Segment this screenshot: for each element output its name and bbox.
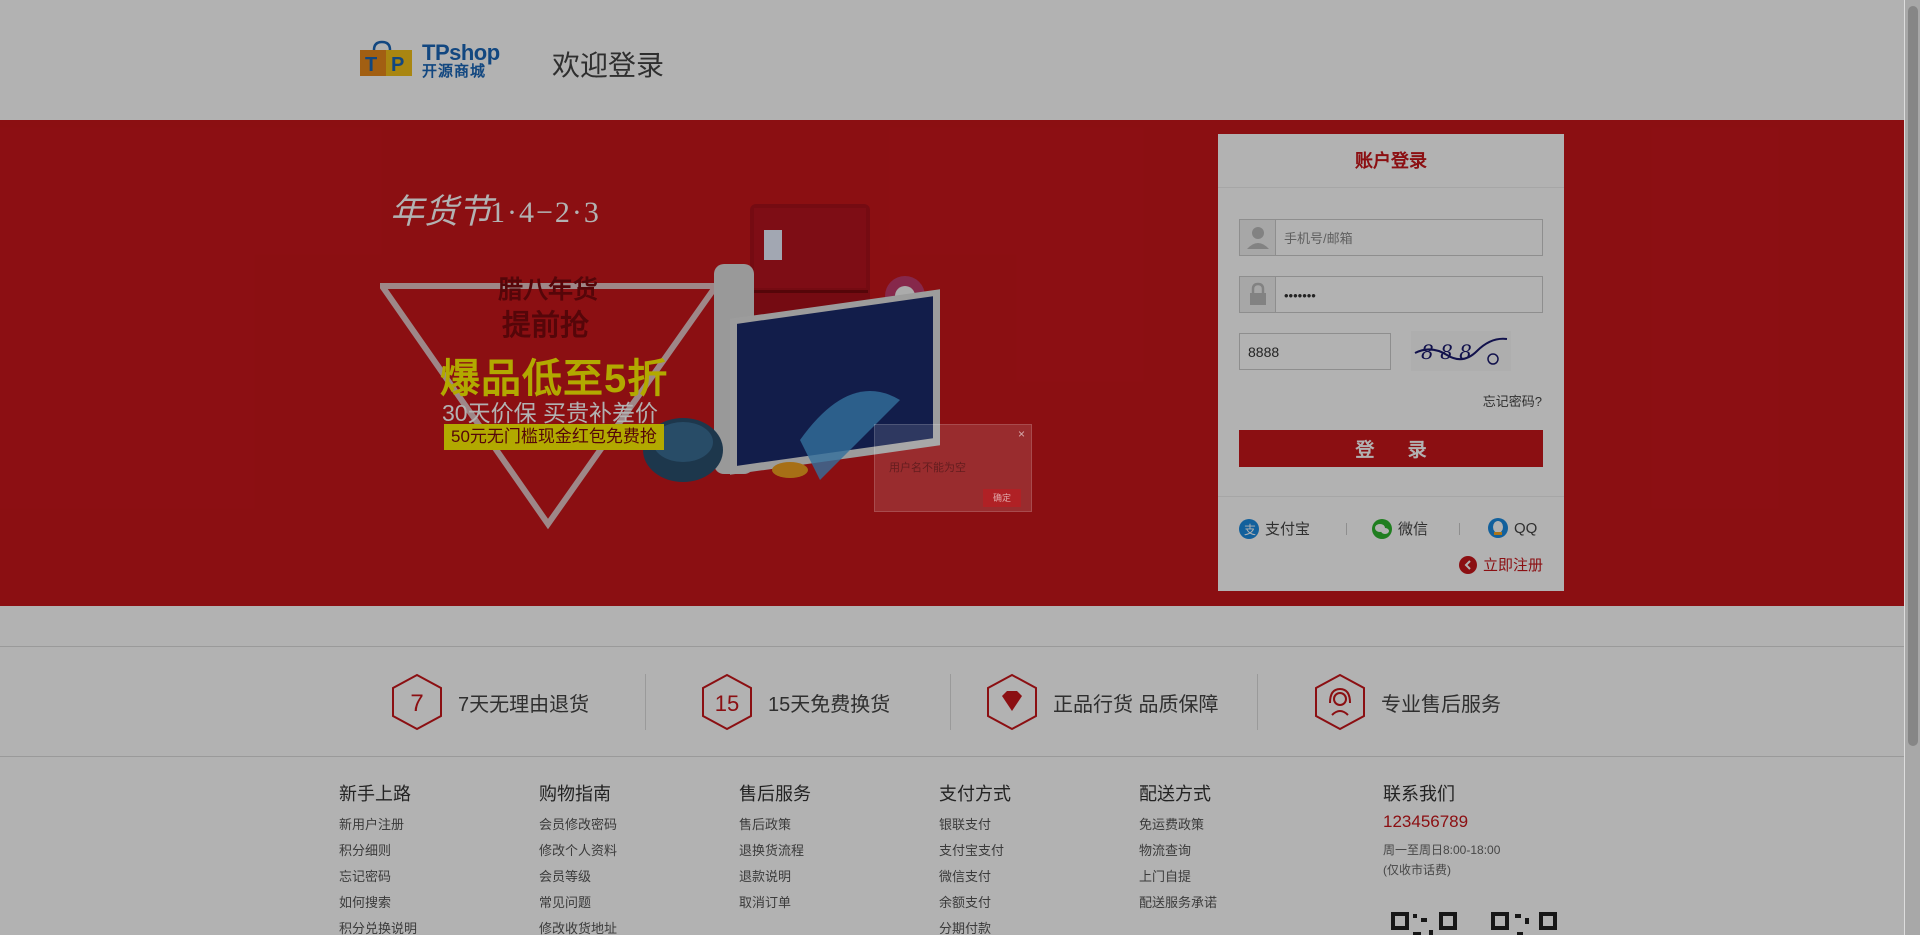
close-icon[interactable]: × (1018, 427, 1025, 441)
page-scrollbar[interactable] (1904, 0, 1920, 935)
confirm-button[interactable]: 确定 (983, 489, 1021, 507)
scrollbar-dim (1905, 0, 1920, 935)
alert-dialog: × 用户名不能为空 确定 (874, 424, 1032, 512)
alert-message: 用户名不能为空 (889, 462, 966, 474)
